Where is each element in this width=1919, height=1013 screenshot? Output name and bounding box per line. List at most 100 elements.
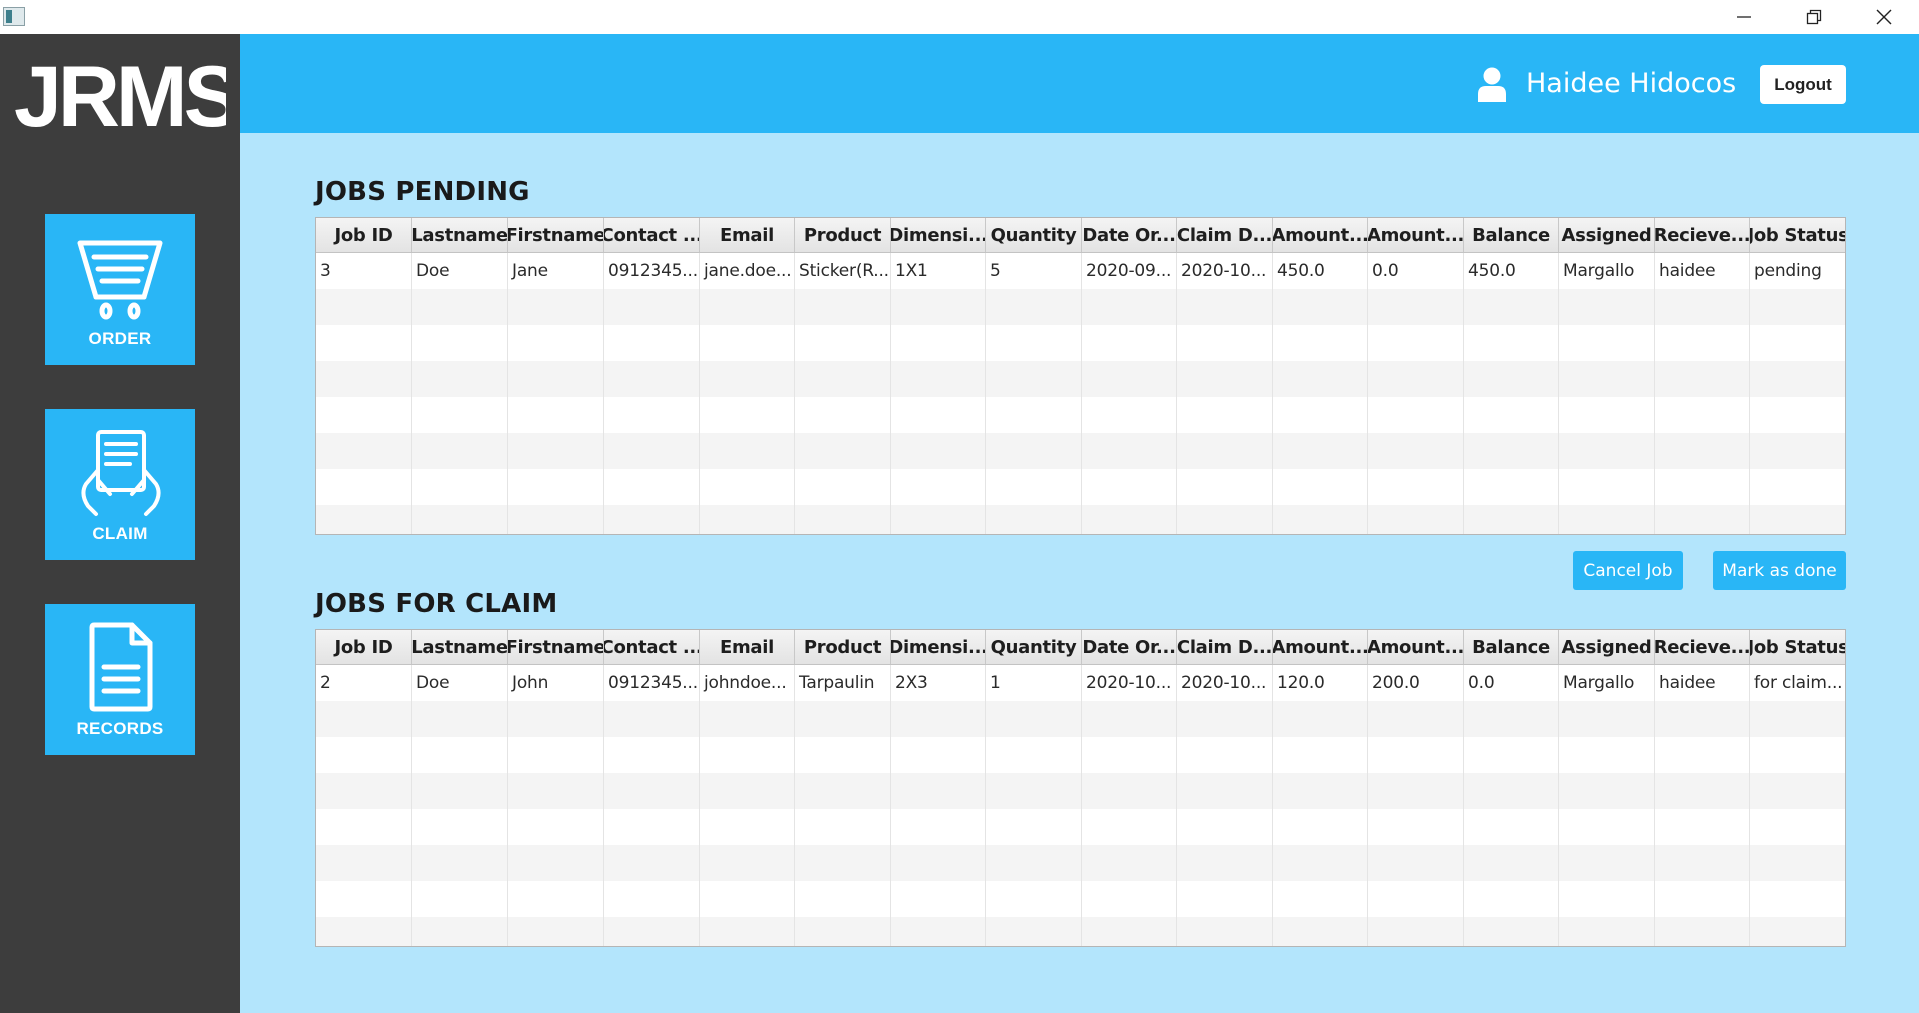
table-cell [1082, 773, 1177, 809]
table-cell [604, 469, 700, 505]
column-header[interactable]: Product [795, 630, 891, 664]
restore-button[interactable] [1784, 0, 1844, 34]
column-header[interactable]: Firstname [508, 218, 604, 252]
column-header[interactable]: Product [795, 218, 891, 252]
column-header[interactable]: Contact ... [604, 218, 700, 252]
table-cell [1273, 505, 1368, 534]
column-header[interactable]: Job ID [316, 218, 412, 252]
table-cell [1559, 845, 1655, 881]
table-cell [316, 397, 412, 433]
minimize-icon [1737, 16, 1751, 18]
table-cell [1273, 737, 1368, 773]
table-cell [1750, 701, 1845, 737]
empty-table-row [316, 433, 1845, 469]
column-header[interactable]: Email [700, 630, 795, 664]
column-header[interactable]: Contact ... [604, 630, 700, 664]
close-button[interactable] [1854, 0, 1914, 34]
table-cell [891, 845, 986, 881]
table-cell [1177, 881, 1273, 917]
table-cell [1082, 325, 1177, 361]
column-header[interactable]: Date Or... [1082, 218, 1177, 252]
user-icon [1478, 67, 1506, 102]
table-cell [1177, 701, 1273, 737]
empty-table-row [316, 737, 1845, 773]
column-header[interactable]: Recieve... [1655, 218, 1750, 252]
table-cell: Jane [508, 253, 604, 289]
mark-as-done-button[interactable]: Mark as done [1713, 551, 1846, 590]
sidebar-item-order[interactable]: ORDER [45, 214, 195, 365]
column-header[interactable]: Balance [1464, 218, 1559, 252]
column-header[interactable]: Recieve... [1655, 630, 1750, 664]
table-cell [508, 845, 604, 881]
table-cell [316, 881, 412, 917]
column-header[interactable]: Assigned [1559, 218, 1655, 252]
table-cell [1559, 433, 1655, 469]
table-cell [1368, 773, 1464, 809]
column-header[interactable]: Lastname [412, 218, 508, 252]
table-cell [1750, 469, 1845, 505]
table-cell [1464, 845, 1559, 881]
cancel-job-button[interactable]: Cancel Job [1573, 551, 1683, 590]
column-header[interactable]: Email [700, 218, 795, 252]
column-header[interactable]: Dimensi... [891, 630, 986, 664]
table-cell [986, 845, 1082, 881]
table-cell [1559, 397, 1655, 433]
table-cell [412, 505, 508, 534]
table-cell: 2 [316, 665, 412, 701]
column-header[interactable]: Quantity [986, 630, 1082, 664]
table-cell [1464, 773, 1559, 809]
column-header[interactable]: Job ID [316, 630, 412, 664]
column-header[interactable]: Balance [1464, 630, 1559, 664]
column-header[interactable]: Amount... [1273, 630, 1368, 664]
table-cell [700, 737, 795, 773]
table-cell [986, 361, 1082, 397]
claim-document-hands-icon [70, 421, 170, 523]
jobs-pending-title: JOBS PENDING [315, 177, 530, 207]
user-name: Haidee Hidocos [1526, 68, 1737, 99]
column-header[interactable]: Lastname [412, 630, 508, 664]
table-row[interactable]: 3 Doe Jane 0912345... jane.doe... Sticker(R..… [316, 253, 1845, 289]
table-cell [700, 881, 795, 917]
table-cell [1082, 469, 1177, 505]
table-cell [604, 701, 700, 737]
table-cell [986, 433, 1082, 469]
table-cell [1368, 325, 1464, 361]
column-header[interactable]: Amount... [1368, 218, 1464, 252]
column-header[interactable]: Quantity [986, 218, 1082, 252]
column-header[interactable]: Amount... [1273, 218, 1368, 252]
sidebar-item-claim[interactable]: CLAIM [45, 409, 195, 560]
table-cell [1273, 325, 1368, 361]
table-cell [604, 773, 700, 809]
column-header[interactable]: Amount... [1368, 630, 1464, 664]
table-cell [1464, 289, 1559, 325]
column-header[interactable]: Assigned [1559, 630, 1655, 664]
logout-button[interactable]: Logout [1760, 65, 1846, 104]
table-cell [1082, 505, 1177, 534]
jobs-for-claim-table[interactable]: Job ID Lastname Firstname Contact ... Email P… [315, 629, 1846, 947]
table-cell [316, 737, 412, 773]
table-cell [1177, 289, 1273, 325]
minimize-button[interactable] [1714, 0, 1774, 34]
table-cell [986, 881, 1082, 917]
column-header[interactable]: Date Or... [1082, 630, 1177, 664]
table-row[interactable]: 2 Doe John 0912345... johndoe... Tarpaulin 2X3… [316, 665, 1845, 701]
table-cell [891, 881, 986, 917]
column-header[interactable]: Claim D... [1177, 630, 1273, 664]
table-cell: 0912345... [604, 665, 700, 701]
table-cell [1655, 737, 1750, 773]
jobs-pending-table[interactable]: Job ID Lastname Firstname Contact ... Email P… [315, 217, 1846, 535]
column-header[interactable]: Claim D... [1177, 218, 1273, 252]
table-cell [604, 397, 700, 433]
table-cell [795, 881, 891, 917]
table-cell: haidee [1655, 253, 1750, 289]
table-cell [1750, 917, 1845, 946]
table-cell [412, 325, 508, 361]
empty-table-row [316, 325, 1845, 361]
table-cell [700, 469, 795, 505]
sidebar-item-records[interactable]: RECORDS [45, 604, 195, 755]
table-cell [1464, 361, 1559, 397]
column-header[interactable]: Job Status [1750, 218, 1845, 252]
column-header[interactable]: Firstname [508, 630, 604, 664]
column-header[interactable]: Dimensi... [891, 218, 986, 252]
column-header[interactable]: Job Status [1750, 630, 1845, 664]
